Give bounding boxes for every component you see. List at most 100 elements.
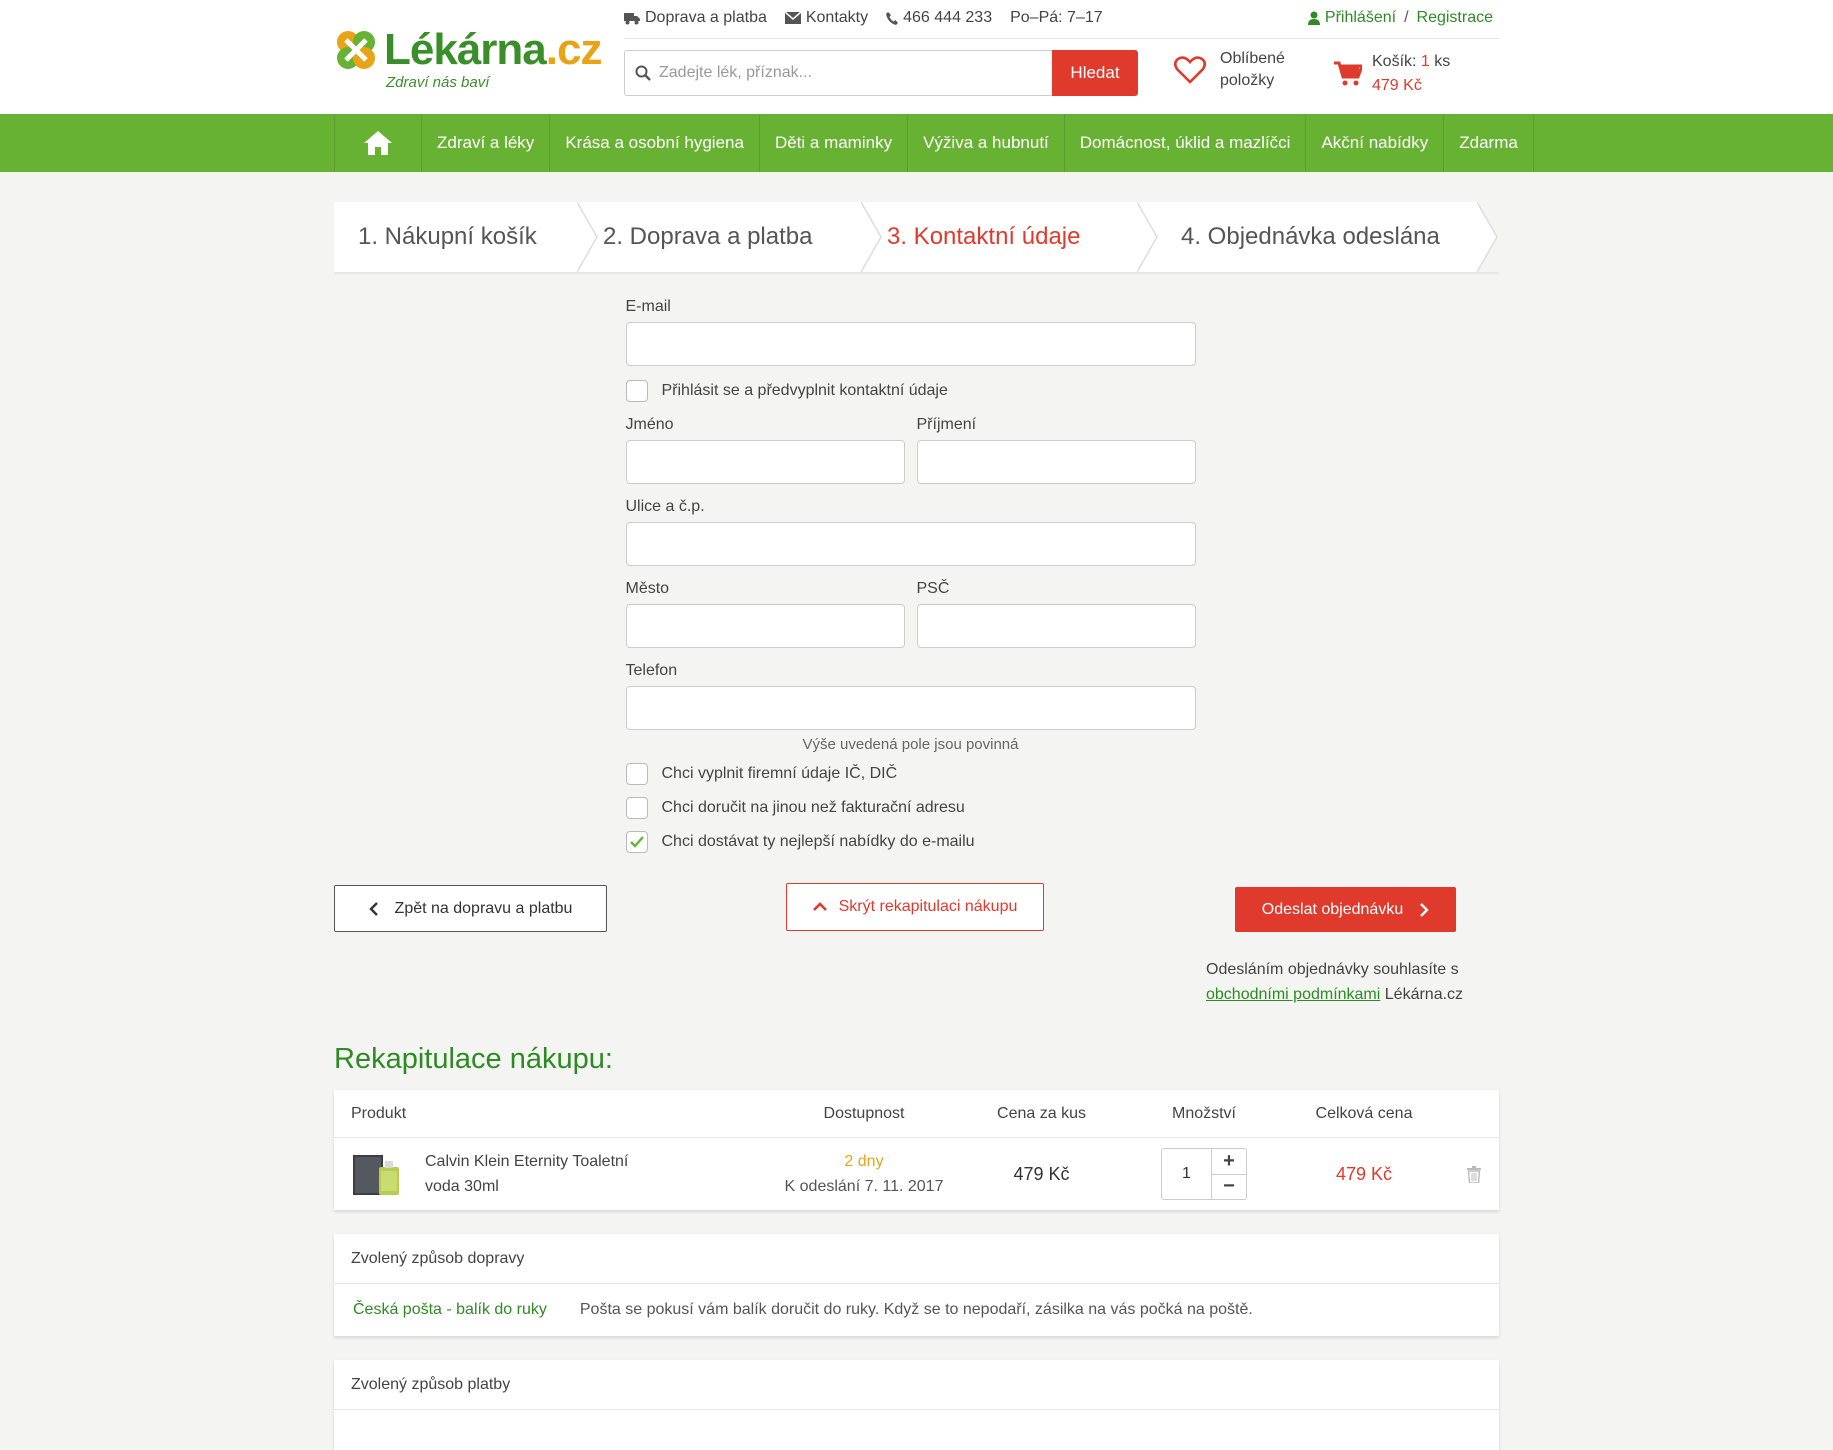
shipping-link[interactable]: Doprava a platba (624, 9, 767, 27)
phone-field-label: Telefon (625, 662, 678, 679)
step-cart[interactable]: 1. Nákupní košík (334, 202, 598, 272)
step-shipping[interactable]: 2. Doprava a platba (579, 202, 882, 272)
city-group: Město (625, 580, 905, 648)
street-group: Ulice a č.p. (625, 498, 1196, 566)
hide-recap-label: Skrýt rekapitulaci nákupu (838, 898, 1018, 915)
login-link[interactable]: Přihlášení (1307, 9, 1397, 27)
nav-home[interactable] (335, 114, 422, 172)
login-prefill-label: Přihlásit se a předvyplnit kontaktní úda… (661, 382, 948, 399)
register-link[interactable]: Registrace (1417, 9, 1493, 27)
product-cell: Calvin Klein Eternity Toaletní voda 30ml (334, 1149, 774, 1199)
nav-item-health[interactable]: Zdraví a léky (422, 114, 551, 172)
phone-number: 466 444 233 (886, 9, 992, 27)
company-option[interactable]: Chci vyplnit firemní údaje IČ, DIČ (625, 757, 1196, 791)
site-header: Lékárna.cz Zdraví nás baví Doprava a pla… (0, 0, 1833, 114)
submit-order-label: Odeslat objednávku (1261, 900, 1404, 918)
phone-field[interactable] (625, 686, 1196, 730)
city-row: Město PSČ (625, 580, 1196, 648)
ship-date: K odeslání 7. 11. 2017 (784, 1178, 944, 1195)
main-nav: Zdraví a léky Krása a osobní hygiena Dět… (0, 114, 1833, 172)
back-button[interactable]: Zpět na dopravu a platbu (334, 885, 607, 932)
terms-prefix: Odesláním objednávky souhlasíte s (1206, 961, 1459, 978)
city-field[interactable] (625, 604, 905, 648)
zip-field[interactable] (916, 604, 1196, 648)
quantity-buttons: + − (1212, 1149, 1246, 1199)
last-name-label: Příjmení (916, 416, 977, 433)
step-sent-label: 4. Objednávka odeslána (1181, 223, 1440, 250)
availability-cell: 2 dny K odeslání 7. 11. 2017 (774, 1149, 954, 1199)
trash-icon[interactable] (1467, 1165, 1481, 1183)
step-shipping-label: 2. Doprava a platba (603, 223, 813, 250)
terms-link[interactable]: obchodními podmínkami (1206, 986, 1380, 1003)
alt-address-checkbox[interactable] (625, 797, 648, 819)
site-logo[interactable]: Lékárna.cz Zdraví nás baví (334, 24, 604, 94)
hide-recap-button[interactable]: Skrýt rekapitulaci nákupu (786, 883, 1044, 931)
terms-note: Odesláním objednávky souhlasíte s obchod… (1206, 957, 1463, 1007)
cart-total: 479 Kč (1372, 77, 1422, 94)
nav-item-free[interactable]: Zdarma (1444, 114, 1534, 172)
company-checkbox[interactable] (625, 763, 648, 785)
newsletter-option-label: Chci dostávat ty nejlepší nabídky do e-m… (661, 833, 975, 850)
search-icon (635, 65, 651, 81)
nav-item-household[interactable]: Domácnost, úklid a mazlíčci (1065, 114, 1307, 172)
login-prefill-checkbox[interactable] (625, 380, 648, 402)
step-separator-icon (1137, 202, 1158, 272)
home-icon (364, 131, 392, 155)
table-row: Calvin Klein Eternity Toaletní voda 30ml… (334, 1138, 1499, 1210)
terms-line2: obchodními podmínkami Lékárna.cz (1206, 982, 1463, 1007)
search-bar: Zadejte lék, příznak... Hledat (624, 50, 1138, 96)
search-button[interactable]: Hledat (1052, 50, 1138, 96)
quantity-input[interactable]: 1 (1162, 1149, 1212, 1199)
product-name[interactable]: Calvin Klein Eternity Toaletní voda 30ml (425, 1149, 640, 1199)
contacts-link[interactable]: Kontakty (784, 9, 869, 27)
auth-separator: / (1404, 9, 1409, 26)
login-label: Přihlášení (1324, 9, 1397, 26)
step-sent: 4. Objednávka odeslána (1139, 202, 1498, 272)
shipping-summary-title: Zvolený způsob dopravy (334, 1234, 1499, 1284)
alt-address-option[interactable]: Chci doručit na jinou než fakturační adr… (625, 791, 1196, 825)
nav-item-nutrition[interactable]: Výživa a hubnutí (908, 114, 1065, 172)
contact-form: E-mail Přihlásit se a předvyplnit kontak… (625, 298, 1196, 859)
city-label: Město (625, 580, 670, 597)
first-name-field[interactable] (625, 440, 905, 484)
cart-icon (1334, 61, 1362, 86)
phone-icon (886, 11, 899, 25)
contacts-link-label: Kontakty (805, 9, 869, 26)
payment-summary: Zvolený způsob platby (334, 1360, 1499, 1450)
header-divider (624, 38, 1499, 39)
email-field[interactable] (625, 322, 1196, 366)
table-header: Produkt Dostupnost Cena za kus Množství … (334, 1090, 1499, 1138)
chevron-left-icon (368, 901, 378, 916)
nav-item-kids[interactable]: Děti a maminky (760, 114, 909, 172)
newsletter-option[interactable]: Chci dostávat ty nejlepší nabídky do e-m… (625, 825, 1196, 859)
last-name-field[interactable] (916, 440, 1196, 484)
favorites-label-line1: Oblíbené (1220, 50, 1285, 67)
nav-item-offers[interactable]: Akční nabídky (1306, 114, 1445, 172)
zip-group: PSČ (916, 580, 1196, 648)
col-total: Celková cena (1315, 1104, 1413, 1122)
last-name-group: Příjmení (916, 416, 1196, 484)
minus-icon[interactable]: − (1212, 1175, 1246, 1200)
truck-icon (624, 12, 640, 24)
phone-group: Telefon (625, 662, 1196, 730)
clover-logo-icon (337, 31, 375, 69)
company-option-label: Chci vyplnit firemní údaje IČ, DIČ (661, 765, 898, 782)
heart-icon (1174, 56, 1206, 84)
col-product: Produkt (351, 1104, 407, 1122)
street-field[interactable] (625, 522, 1196, 566)
newsletter-checkbox[interactable] (625, 831, 648, 853)
favorites-link[interactable]: Oblíbené položky (1174, 48, 1285, 92)
cart-summary[interactable]: Košík: 1 ks 479 Kč (1334, 50, 1450, 98)
login-prefill-option[interactable]: Přihlásit se a předvyplnit kontaktní úda… (625, 374, 1196, 408)
step-separator-icon (1477, 202, 1498, 272)
search-input[interactable]: Zadejte lék, příznak... (624, 50, 1052, 96)
product-thumbnail[interactable] (351, 1149, 403, 1199)
logo-tagline: Zdraví nás baví (386, 74, 490, 91)
zip-label: PSČ (916, 580, 950, 597)
col-quantity: Množství (1171, 1104, 1236, 1122)
plus-icon[interactable]: + (1212, 1149, 1246, 1175)
shipping-summary: Zvolený způsob dopravy Česká pošta - bal… (334, 1234, 1499, 1336)
submit-order-button[interactable]: Odeslat objednávku (1235, 887, 1456, 932)
steps-shadow (334, 272, 1499, 275)
nav-item-beauty[interactable]: Krása a osobní hygiena (550, 114, 760, 172)
